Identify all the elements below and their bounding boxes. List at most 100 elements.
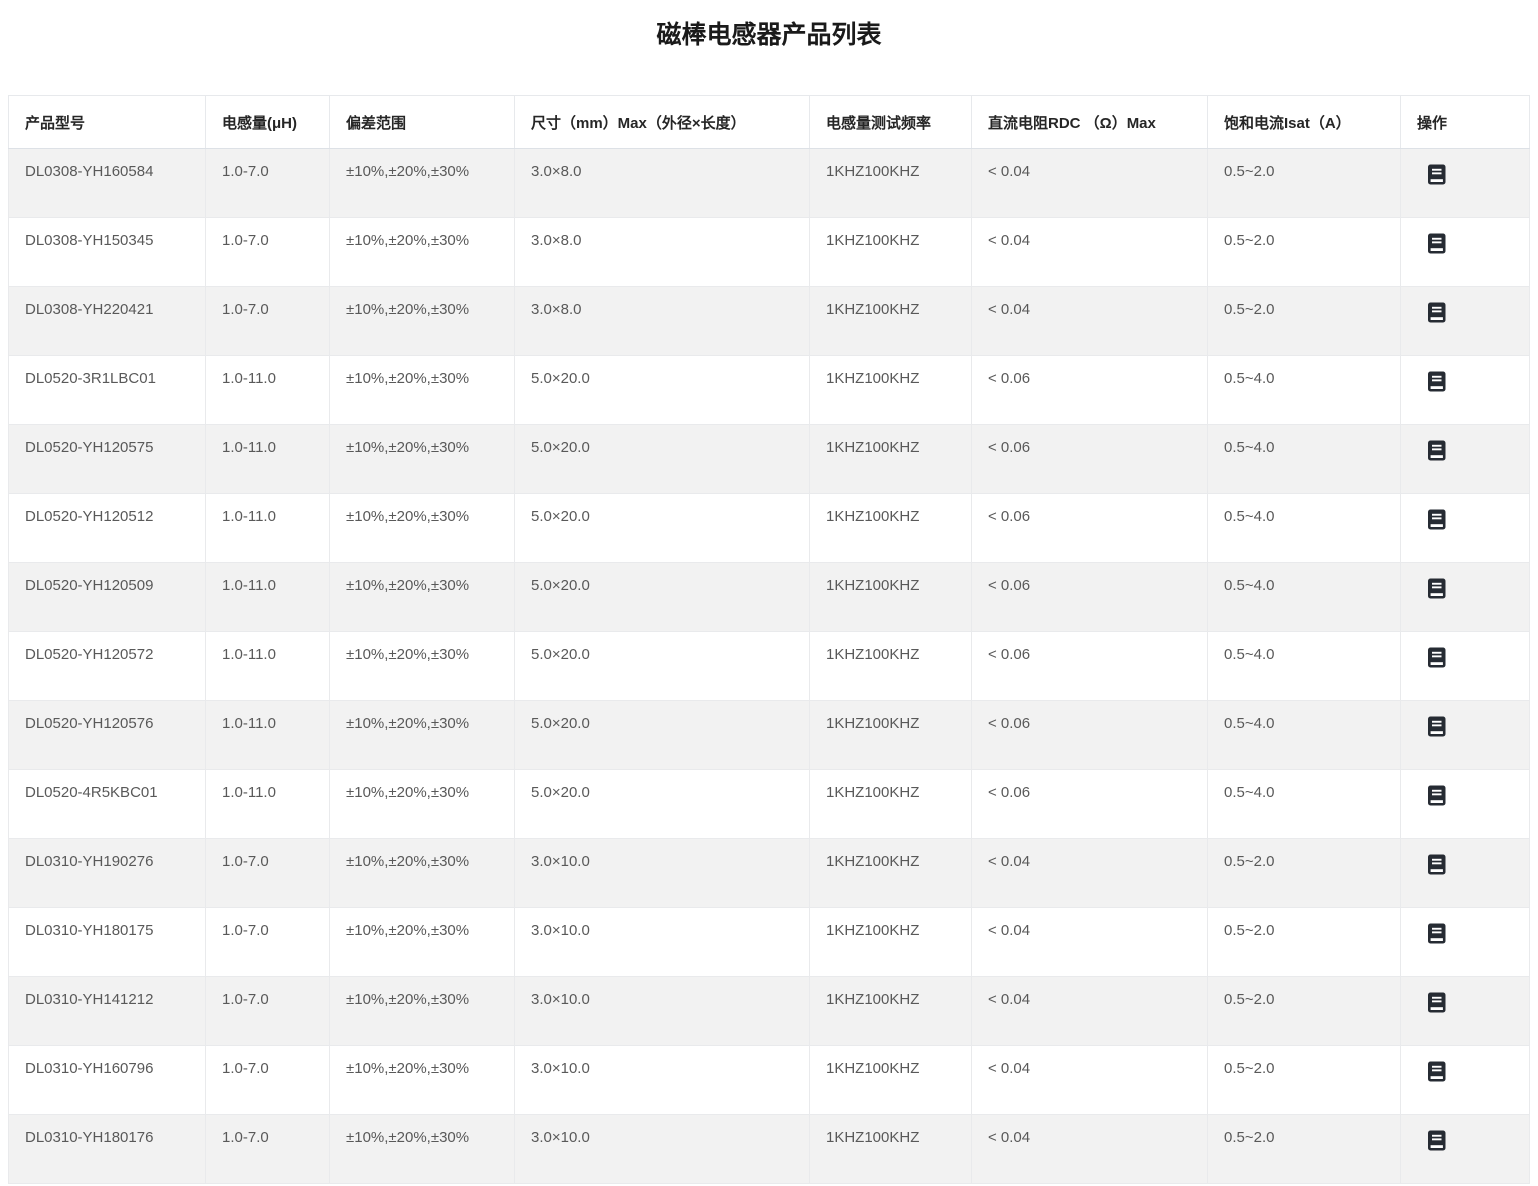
table-row: DL0520-YH120575 1.0-11.0 ±10%,±20%,±30% … xyxy=(9,425,1530,494)
view-detail-button[interactable] xyxy=(1427,440,1447,461)
cell-inductance: 1.0-11.0 xyxy=(206,425,330,494)
view-detail-button[interactable] xyxy=(1427,992,1447,1013)
document-icon xyxy=(1427,509,1447,530)
cell-rdc: < 0.06 xyxy=(972,770,1208,839)
cell-action xyxy=(1401,425,1530,494)
cell-inductance: 1.0-7.0 xyxy=(206,1046,330,1115)
cell-inductance: 1.0-11.0 xyxy=(206,494,330,563)
document-icon xyxy=(1427,440,1447,461)
cell-rdc: < 0.04 xyxy=(972,839,1208,908)
cell-test-freq: 1KHZ100KHZ xyxy=(810,908,972,977)
document-icon xyxy=(1427,647,1447,668)
table-row: DL0520-3R1LBC01 1.0-11.0 ±10%,±20%,±30% … xyxy=(9,356,1530,425)
cell-isat: 0.5~4.0 xyxy=(1208,494,1401,563)
view-detail-button[interactable] xyxy=(1427,716,1447,737)
cell-isat: 0.5~2.0 xyxy=(1208,839,1401,908)
cell-inductance: 1.0-7.0 xyxy=(206,839,330,908)
view-detail-button[interactable] xyxy=(1427,302,1447,323)
cell-inductance: 1.0-11.0 xyxy=(206,632,330,701)
cell-model: DL0310-YH180175 xyxy=(9,908,206,977)
view-detail-button[interactable] xyxy=(1427,854,1447,875)
column-header-tolerance: 偏差范围 xyxy=(330,96,515,149)
page-title: 磁棒电感器产品列表 xyxy=(0,21,1538,49)
document-icon xyxy=(1427,923,1447,944)
header-row: 产品型号 电感量(μH) 偏差范围 尺寸（mm）Max（外径×长度） 电感量测试… xyxy=(9,96,1530,149)
cell-rdc: < 0.06 xyxy=(972,494,1208,563)
column-header-model: 产品型号 xyxy=(9,96,206,149)
cell-test-freq: 1KHZ100KHZ xyxy=(810,218,972,287)
cell-size: 3.0×8.0 xyxy=(515,218,810,287)
table-row: DL0520-YH120572 1.0-11.0 ±10%,±20%,±30% … xyxy=(9,632,1530,701)
table-row: DL0310-YH180176 1.0-7.0 ±10%,±20%,±30% 3… xyxy=(9,1115,1530,1184)
cell-isat: 0.5~4.0 xyxy=(1208,632,1401,701)
column-header-inductance: 电感量(μH) xyxy=(206,96,330,149)
cell-isat: 0.5~2.0 xyxy=(1208,149,1401,218)
document-icon xyxy=(1427,854,1447,875)
view-detail-button[interactable] xyxy=(1427,1061,1447,1082)
cell-test-freq: 1KHZ100KHZ xyxy=(810,632,972,701)
product-table: 产品型号 电感量(μH) 偏差范围 尺寸（mm）Max（外径×长度） 电感量测试… xyxy=(8,95,1530,1184)
table-row: DL0520-YH120512 1.0-11.0 ±10%,±20%,±30% … xyxy=(9,494,1530,563)
cell-action xyxy=(1401,149,1530,218)
table-row: DL0520-YH120576 1.0-11.0 ±10%,±20%,±30% … xyxy=(9,701,1530,770)
view-detail-button[interactable] xyxy=(1427,785,1447,806)
cell-size: 3.0×8.0 xyxy=(515,149,810,218)
cell-rdc: < 0.06 xyxy=(972,701,1208,770)
table-header: 产品型号 电感量(μH) 偏差范围 尺寸（mm）Max（外径×长度） 电感量测试… xyxy=(9,96,1530,149)
cell-action xyxy=(1401,356,1530,425)
cell-rdc: < 0.06 xyxy=(972,356,1208,425)
table-row: DL0310-YH190276 1.0-7.0 ±10%,±20%,±30% 3… xyxy=(9,839,1530,908)
view-detail-button[interactable] xyxy=(1427,1130,1447,1151)
cell-size: 3.0×10.0 xyxy=(515,908,810,977)
cell-inductance: 1.0-11.0 xyxy=(206,356,330,425)
document-icon xyxy=(1427,1061,1447,1082)
document-icon xyxy=(1427,371,1447,392)
column-header-action: 操作 xyxy=(1401,96,1530,149)
view-detail-button[interactable] xyxy=(1427,578,1447,599)
view-detail-button[interactable] xyxy=(1427,509,1447,530)
table-row: DL0310-YH180175 1.0-7.0 ±10%,±20%,±30% 3… xyxy=(9,908,1530,977)
cell-action xyxy=(1401,1046,1530,1115)
cell-model: DL0310-YH190276 xyxy=(9,839,206,908)
table-row: DL0308-YH150345 1.0-7.0 ±10%,±20%,±30% 3… xyxy=(9,218,1530,287)
product-table-container: 产品型号 电感量(μH) 偏差范围 尺寸（mm）Max（外径×长度） 电感量测试… xyxy=(8,95,1530,1184)
cell-rdc: < 0.06 xyxy=(972,425,1208,494)
view-detail-button[interactable] xyxy=(1427,164,1447,185)
document-icon xyxy=(1427,578,1447,599)
view-detail-button[interactable] xyxy=(1427,371,1447,392)
cell-rdc: < 0.04 xyxy=(972,287,1208,356)
cell-model: DL0308-YH220421 xyxy=(9,287,206,356)
cell-rdc: < 0.04 xyxy=(972,908,1208,977)
cell-action xyxy=(1401,1115,1530,1184)
cell-test-freq: 1KHZ100KHZ xyxy=(810,977,972,1046)
column-header-test-freq: 电感量测试频率 xyxy=(810,96,972,149)
cell-size: 3.0×10.0 xyxy=(515,1046,810,1115)
cell-isat: 0.5~2.0 xyxy=(1208,977,1401,1046)
cell-action xyxy=(1401,287,1530,356)
cell-isat: 0.5~4.0 xyxy=(1208,563,1401,632)
cell-size: 3.0×10.0 xyxy=(515,839,810,908)
view-detail-button[interactable] xyxy=(1427,233,1447,254)
cell-model: DL0520-3R1LBC01 xyxy=(9,356,206,425)
cell-isat: 0.5~2.0 xyxy=(1208,908,1401,977)
cell-model: DL0310-YH160796 xyxy=(9,1046,206,1115)
cell-inductance: 1.0-11.0 xyxy=(206,563,330,632)
cell-model: DL0310-YH180176 xyxy=(9,1115,206,1184)
view-detail-button[interactable] xyxy=(1427,647,1447,668)
cell-model: DL0310-YH141212 xyxy=(9,977,206,1046)
cell-isat: 0.5~4.0 xyxy=(1208,356,1401,425)
view-detail-button[interactable] xyxy=(1427,923,1447,944)
cell-isat: 0.5~2.0 xyxy=(1208,287,1401,356)
cell-size: 5.0×20.0 xyxy=(515,494,810,563)
column-header-size: 尺寸（mm）Max（外径×长度） xyxy=(515,96,810,149)
cell-test-freq: 1KHZ100KHZ xyxy=(810,1115,972,1184)
cell-size: 5.0×20.0 xyxy=(515,425,810,494)
cell-isat: 0.5~4.0 xyxy=(1208,770,1401,839)
cell-rdc: < 0.06 xyxy=(972,632,1208,701)
cell-action xyxy=(1401,563,1530,632)
document-icon xyxy=(1427,164,1447,185)
cell-tolerance: ±10%,±20%,±30% xyxy=(330,632,515,701)
cell-action xyxy=(1401,632,1530,701)
cell-rdc: < 0.04 xyxy=(972,1115,1208,1184)
cell-size: 5.0×20.0 xyxy=(515,701,810,770)
